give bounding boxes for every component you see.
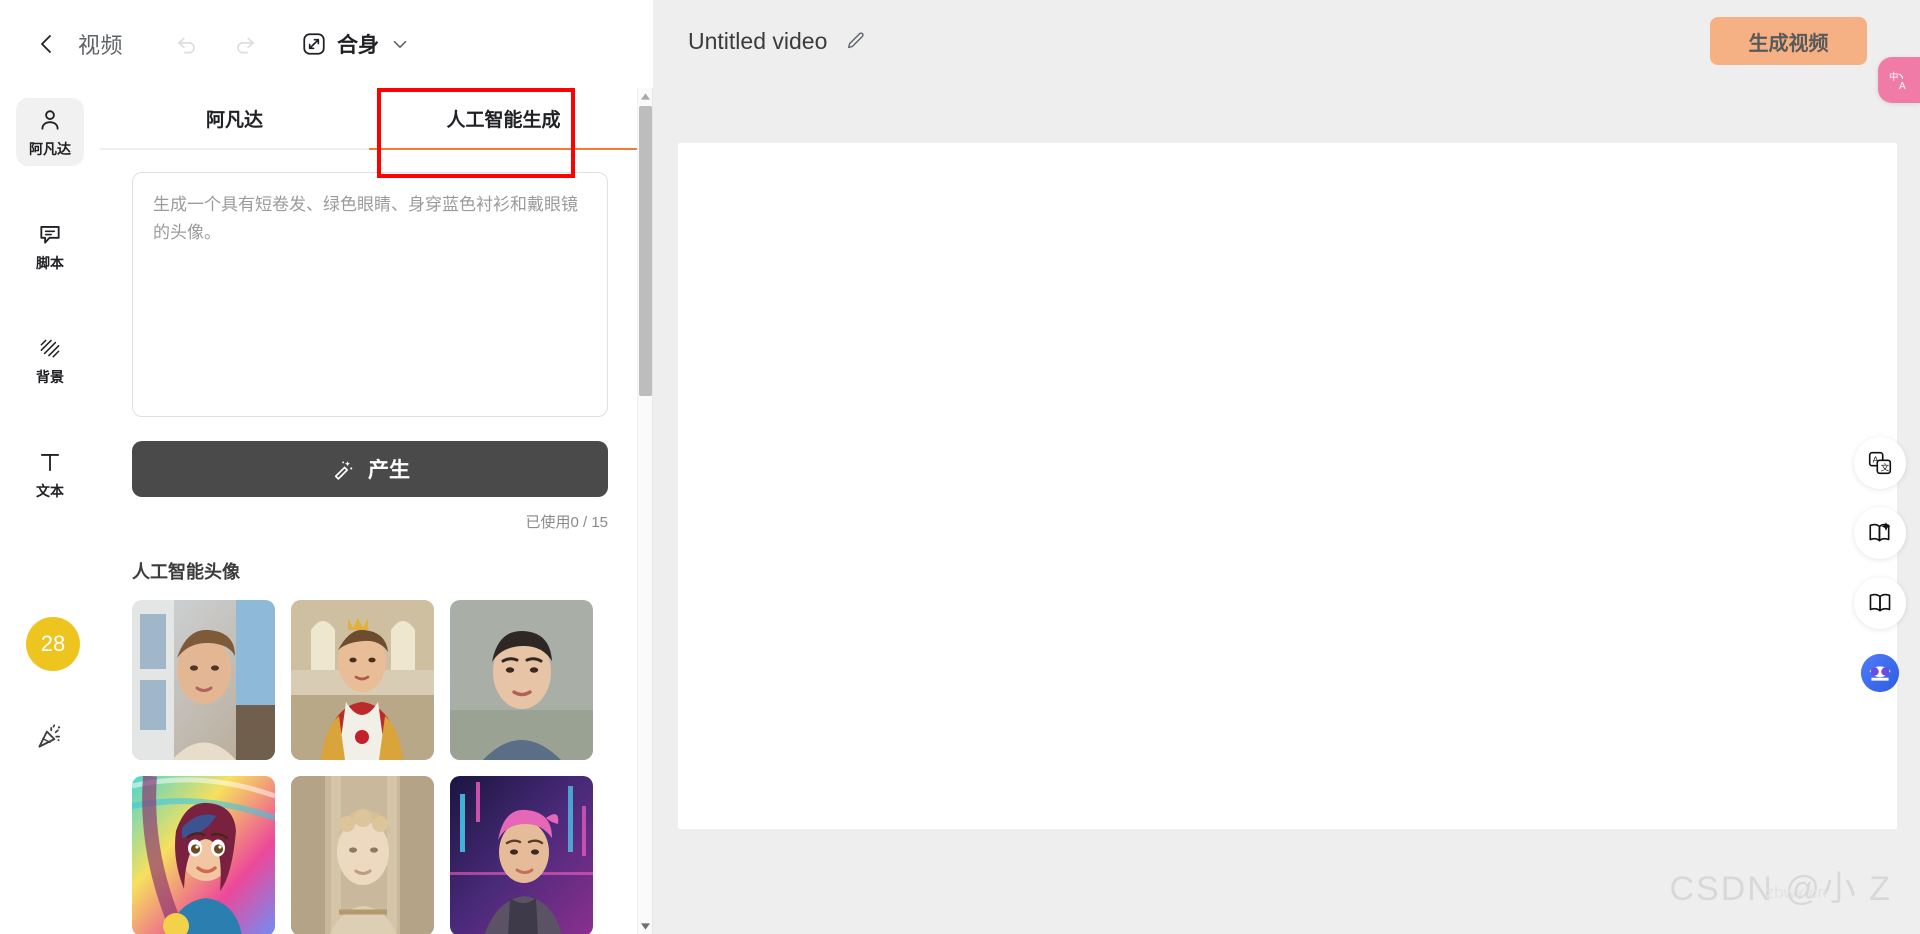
usage-counter: 已使用0 / 15 bbox=[525, 514, 608, 531]
young-man-window-portrait bbox=[132, 600, 275, 760]
avatar-thumb-4[interactable] bbox=[132, 776, 275, 934]
tool-rail: 阿凡达 脚本 背景 文本 28 bbox=[0, 88, 100, 934]
svg-text:A: A bbox=[1899, 81, 1906, 92]
avatar-thumb-2[interactable] bbox=[291, 600, 434, 760]
left-panel: 视频 合身 阿凡达 脚本 背景 文本 28 阿凡达 人工智能生成 生成一个具有短… bbox=[0, 0, 653, 934]
back-button[interactable] bbox=[32, 29, 62, 59]
sidebar-item-background-label: 背景 bbox=[36, 369, 64, 385]
help-docs-button[interactable] bbox=[1854, 577, 1906, 629]
fit-label: 合身 bbox=[337, 34, 380, 57]
sidebar-item-avatar-label: 阿凡达 bbox=[29, 141, 71, 157]
panel-tabs: 阿凡达 人工智能生成 bbox=[100, 88, 638, 150]
generate-video-button[interactable]: 生成视频 bbox=[1710, 17, 1867, 65]
rename-video-button[interactable] bbox=[845, 30, 867, 52]
video-title: Untitled video bbox=[688, 27, 828, 54]
magic-wand-icon bbox=[334, 460, 353, 480]
party-popper-icon bbox=[38, 724, 61, 748]
guide-sparkle-button[interactable] bbox=[1854, 507, 1906, 559]
triangle-down-icon bbox=[641, 922, 650, 930]
scroll-up-arrow[interactable] bbox=[638, 88, 653, 104]
avatar-thumb-5[interactable] bbox=[291, 776, 434, 934]
tab-ai-generate-label: 人工智能生成 bbox=[446, 109, 561, 131]
book-sparkle-icon bbox=[1869, 522, 1891, 542]
avatar-section-title: 人工智能头像 bbox=[132, 562, 240, 582]
dark-hair-man-portrait bbox=[450, 600, 593, 760]
whats-new-button[interactable] bbox=[30, 716, 70, 756]
svg-text:中: 中 bbox=[1889, 71, 1899, 83]
avatar-thumb-3[interactable] bbox=[450, 600, 593, 760]
redo-button[interactable] bbox=[225, 24, 265, 64]
generate-button[interactable]: 产生 bbox=[132, 441, 608, 497]
translate-widget[interactable]: 中 A bbox=[1878, 57, 1920, 103]
sidebar-item-script[interactable]: 脚本 bbox=[16, 212, 84, 280]
fit-to-screen-control[interactable]: 合身 bbox=[301, 29, 411, 59]
sidebar-item-background[interactable]: 背景 bbox=[16, 326, 84, 394]
greek-statue-woman bbox=[291, 776, 434, 934]
redo-icon bbox=[237, 37, 255, 54]
panel-scrollbar[interactable] bbox=[637, 88, 652, 934]
pencil-icon bbox=[848, 32, 864, 49]
tab-avatar-label: 阿凡达 bbox=[205, 109, 263, 131]
prince-crown-portrait bbox=[291, 600, 434, 760]
undo-button[interactable] bbox=[167, 24, 207, 64]
watermark-sub: zbwx.cn bbox=[1765, 883, 1827, 902]
editor-toolbar: 视频 合身 bbox=[0, 0, 653, 88]
tab-avatar[interactable]: 阿凡达 bbox=[100, 88, 369, 148]
colorful-cartoon-woman bbox=[132, 776, 275, 934]
scroll-down-arrow[interactable] bbox=[638, 918, 653, 934]
sidebar-item-text[interactable]: 文本 bbox=[16, 440, 84, 508]
panel-body: 生成一个具有短卷发、绿色眼睛、身穿蓝色衬衫和戴眼镜的头像。 产生 已使用0 / … bbox=[100, 150, 638, 934]
translate-icon: 中 A bbox=[1889, 71, 1906, 92]
diagonal-lines-icon bbox=[40, 339, 60, 358]
chevron-left-icon bbox=[41, 35, 51, 53]
avatar-grid bbox=[132, 600, 606, 934]
scrollbar-thumb[interactable] bbox=[639, 106, 652, 396]
video-canvas[interactable] bbox=[678, 143, 1897, 829]
assistant-logo-icon bbox=[1860, 653, 1900, 693]
rail-bottom-tools bbox=[0, 716, 100, 756]
editor-workspace: Untitled video 生成视频 中 A A 文 CSDN @小 Z zb… bbox=[653, 0, 1920, 934]
floating-tool-strip: A 文 bbox=[1854, 437, 1906, 699]
generate-button-label: 产生 bbox=[368, 459, 410, 482]
sidebar-item-script-label: 脚本 bbox=[36, 255, 64, 271]
translate-tool-icon: A 文 bbox=[1868, 451, 1892, 475]
assistant-logo-button[interactable] bbox=[1854, 647, 1906, 699]
open-book-icon bbox=[1869, 593, 1891, 612]
text-t-icon bbox=[40, 454, 60, 472]
cyberpunk-pink-hair-man bbox=[450, 776, 593, 934]
prompt-input[interactable]: 生成一个具有短卷发、绿色眼睛、身穿蓝色衬衫和戴眼镜的头像。 bbox=[132, 172, 608, 417]
avatar-thumb-6[interactable] bbox=[450, 776, 593, 934]
person-icon bbox=[41, 110, 59, 130]
fit-screen-icon bbox=[303, 33, 325, 55]
credits-badge[interactable]: 28 bbox=[26, 617, 80, 671]
avatar-thumb-1[interactable] bbox=[132, 600, 275, 760]
sidebar-item-avatar[interactable]: 阿凡达 bbox=[16, 98, 84, 166]
undo-icon bbox=[178, 37, 195, 54]
avatar-panel: 阿凡达 人工智能生成 生成一个具有短卷发、绿色眼睛、身穿蓝色衬衫和戴眼镜的头像。… bbox=[100, 88, 638, 934]
toolbar-title: 视频 bbox=[78, 33, 124, 58]
tab-ai-generate[interactable]: 人工智能生成 bbox=[369, 88, 638, 150]
svg-text:文: 文 bbox=[1881, 461, 1890, 472]
translate-tool-button[interactable]: A 文 bbox=[1854, 437, 1906, 489]
speech-bubble-icon bbox=[40, 226, 60, 244]
app-root: 视频 合身 阿凡达 脚本 背景 文本 28 阿凡达 人工智能生成 生成一个具有短… bbox=[0, 0, 1920, 934]
triangle-up-icon bbox=[641, 92, 650, 100]
sidebar-item-text-label: 文本 bbox=[36, 483, 64, 499]
chevron-down-icon bbox=[393, 40, 407, 48]
